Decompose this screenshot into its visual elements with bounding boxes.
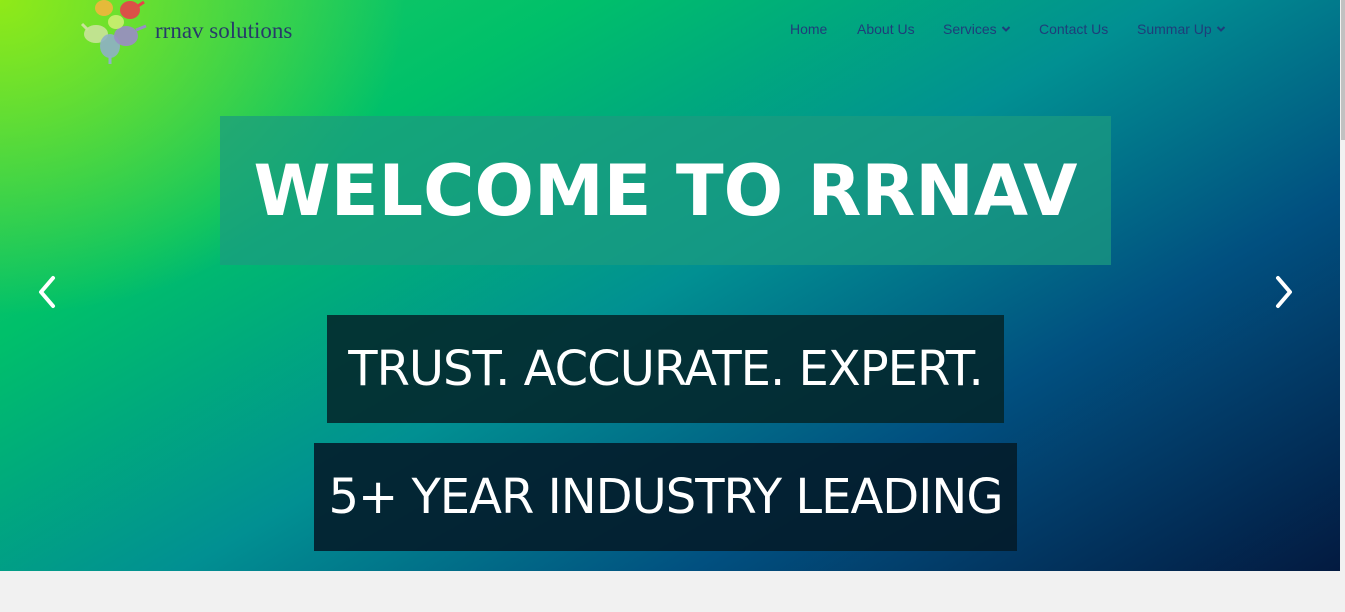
hero-title: WELCOME TO RRNAV [220, 116, 1111, 265]
nav-summar-up-label: Summar Up [1137, 21, 1212, 37]
hero-subtitle: TRUST. ACCURATE. EXPERT. [327, 315, 1004, 423]
slider-next-button[interactable] [1271, 272, 1297, 312]
nav-services[interactable]: Services [943, 21, 1011, 37]
chevron-down-icon [1001, 26, 1010, 32]
nav-contact-us-label: Contact Us [1039, 21, 1109, 37]
nav-about-us[interactable]: About Us [857, 21, 915, 37]
slider-prev-button[interactable] [34, 272, 60, 312]
nav-home-label: Home [790, 21, 828, 37]
scrollbar-thumb[interactable] [1341, 0, 1345, 140]
brand-logo[interactable]: rrnav solutions [80, 0, 320, 66]
nav-services-label: Services [943, 21, 997, 37]
hands-logo-icon [80, 0, 147, 64]
nav-about-us-label: About Us [857, 21, 915, 37]
nav-summar-up[interactable]: Summar Up [1137, 21, 1226, 37]
chevron-down-icon [1216, 26, 1225, 32]
hero-tagline: 5+ YEAR INDUSTRY LEADING [314, 443, 1017, 551]
hero-slider: rrnav solutions Home About Us Services C… [0, 0, 1340, 571]
nav-contact-us[interactable]: Contact Us [1039, 21, 1108, 37]
brand-name: rrnav solutions [155, 18, 293, 43]
nav-home[interactable]: Home [790, 21, 827, 37]
